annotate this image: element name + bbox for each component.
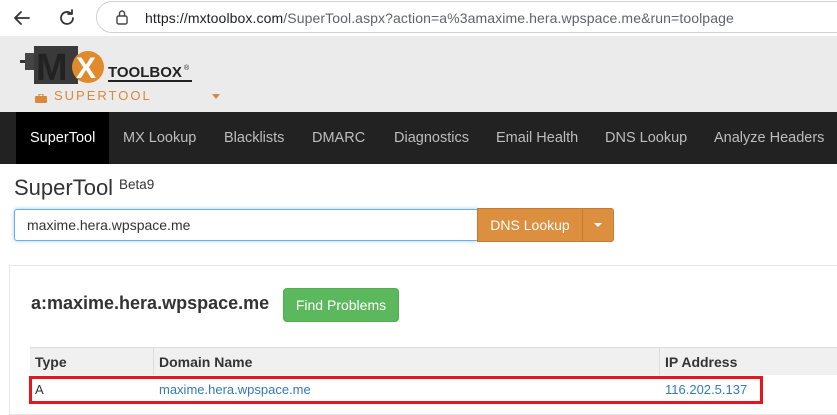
find-problems-button[interactable]: Find Problems bbox=[283, 288, 399, 322]
beta-badge: Beta9 bbox=[119, 177, 155, 192]
toolbox-icon bbox=[35, 90, 47, 103]
arrow-left-icon bbox=[14, 11, 30, 25]
lookup-type-dropdown-button[interactable] bbox=[582, 208, 614, 242]
mxtoolbox-logo[interactable]: M X TOOLBOX ® bbox=[20, 42, 200, 93]
page-title: SuperTool bbox=[14, 175, 114, 200]
nav-item-email-health[interactable]: Email Health bbox=[496, 112, 578, 164]
nav-item-dmarc[interactable]: DMARC bbox=[312, 112, 365, 164]
main-nav: SuperTool MX Lookup Blacklists DMARC Dia… bbox=[0, 112, 837, 164]
nav-item-blacklists[interactable]: Blacklists bbox=[224, 112, 284, 164]
column-header-domain-name: Domain Name bbox=[159, 354, 253, 370]
svg-text:X: X bbox=[76, 52, 96, 85]
column-header-type: Type bbox=[35, 354, 67, 370]
site-header: M X TOOLBOX ® SUPERTOOL bbox=[0, 36, 837, 112]
svg-text:®: ® bbox=[184, 64, 190, 72]
browser-toolbar: https://mxtoolbox.com/SuperTool.aspx?act… bbox=[0, 0, 837, 36]
product-label[interactable]: SUPERTOOL bbox=[54, 88, 152, 103]
highlight-box bbox=[29, 376, 763, 404]
logo-text: TOOLBOX bbox=[108, 64, 182, 81]
column-header-ip-address: IP Address bbox=[665, 354, 738, 370]
url-host: https://mxtoolbox.com bbox=[145, 10, 284, 26]
back-button[interactable] bbox=[10, 6, 34, 30]
address-bar[interactable]: https://mxtoolbox.com/SuperTool.aspx?act… bbox=[96, 1, 837, 33]
nav-item-mx-lookup[interactable]: MX Lookup bbox=[123, 112, 196, 164]
nav-item-supertool[interactable]: SuperTool bbox=[16, 112, 110, 164]
nav-item-analyze-headers[interactable]: Analyze Headers bbox=[714, 112, 824, 164]
nav-item-dns-lookup[interactable]: DNS Lookup bbox=[605, 112, 687, 164]
table-header: Type Domain Name IP Address bbox=[30, 347, 837, 376]
reload-icon bbox=[60, 9, 74, 25]
nav-item-diagnostics[interactable]: Diagnostics bbox=[394, 112, 469, 164]
lock-icon bbox=[115, 9, 129, 30]
logo-mark-m: M bbox=[36, 47, 68, 88]
dns-lookup-button[interactable]: DNS Lookup bbox=[477, 208, 583, 242]
url-text: https://mxtoolbox.com/SuperTool.aspx?act… bbox=[145, 10, 734, 26]
chevron-down-icon[interactable] bbox=[212, 94, 220, 99]
search-input[interactable] bbox=[14, 209, 478, 241]
caret-down-icon bbox=[594, 223, 602, 227]
url-path: /SuperTool.aspx?action=a%3amaxime.hera.w… bbox=[283, 10, 734, 26]
reload-button[interactable] bbox=[55, 6, 79, 30]
result-heading: a:maxime.hera.wpspace.me bbox=[31, 293, 270, 313]
